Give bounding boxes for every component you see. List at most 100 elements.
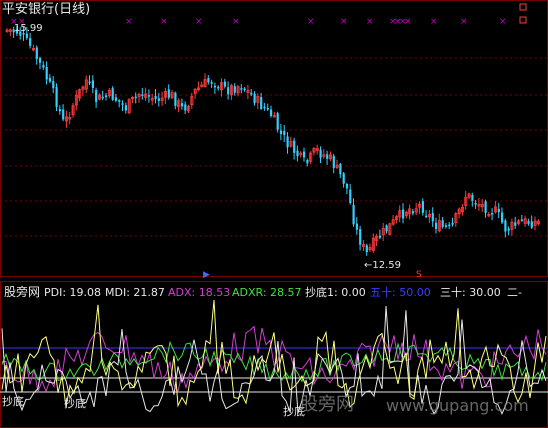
legend-adx: ADX: 18.53 [168,286,231,299]
panel-button-icon [519,16,527,24]
candle-body [29,38,32,46]
candle-body [345,183,349,189]
candle-body [303,151,306,158]
candle-body [332,156,335,168]
signal-marker: × [195,17,203,27]
candle-body [411,211,415,214]
candle-body [283,131,286,136]
candle-body [378,235,382,238]
signal-marker: × [232,17,240,27]
candle-body [530,221,533,228]
candle-body [270,109,273,117]
indicator-name[interactable]: 股旁网 [4,286,40,298]
candle-body [444,225,448,227]
candle-body [58,109,61,112]
candle-body [243,88,246,91]
watermark-url: www.gupang.com [386,396,529,415]
candle-body [520,219,523,221]
candle-body [260,97,263,109]
arrow-marker-icon: ▶ [203,270,210,280]
candle-body [474,203,477,205]
chaodi-signal-label: 抄底 [2,395,24,408]
legend-chaodi1: 抄底1: 0.00 [305,286,366,299]
legend-mdi: MDI: 21.87 [105,286,165,299]
panel-button-icon [519,3,527,11]
signal-marker: × [160,17,168,27]
candle-body [48,77,52,82]
candle-body [105,95,108,98]
candle-body [296,150,299,157]
candle-body [157,98,160,101]
candle-body [319,149,322,158]
candle-body [121,103,124,105]
candle-body [266,108,269,110]
candle-body [147,95,151,97]
candle-body [431,213,434,222]
candle-body [263,106,266,109]
candle-body [25,33,28,38]
candle-body [306,160,309,164]
candle-body [352,204,355,225]
signal-marker: × [499,17,507,27]
candle-body [491,213,494,215]
candle-body [118,100,121,102]
candle-body [52,81,55,89]
candle-body [276,113,279,130]
candle-body [35,47,38,60]
candle-body [425,215,428,218]
candle-body [240,88,243,90]
candle-body [402,209,405,219]
stock-chart-window: × × × × × × × × × × × × × × × × ▶ S 平安银行(日线) 15.99 ←12.59… [0,0,548,428]
candle-body [101,96,104,99]
signal-marker: × [366,17,374,27]
candle-body [45,66,48,80]
legend-thirty: 三十: 30.00 [440,286,501,299]
candle-body [451,222,454,225]
candle-body [167,89,170,98]
candle-body [88,81,91,84]
high-price-label: 15.99 [14,23,43,34]
candle-body [42,65,45,68]
candle-body [210,82,213,84]
chart-title: 平安银行(日线) [2,2,91,17]
candle-body [55,87,58,108]
candle-body [223,81,226,87]
candle-body [124,105,127,111]
candle-body [527,220,530,224]
candle-body [217,86,220,89]
candle-body [326,154,329,159]
candle-body [233,86,236,93]
candle-body [180,103,184,107]
candle-body [114,97,118,101]
signal-marker: × [404,17,412,27]
signal-marker: × [460,17,468,27]
signal-marker: × [340,17,348,27]
candle-body [39,58,42,63]
candle-body [184,104,187,111]
candle-body [91,80,94,88]
candle-body [359,229,362,245]
candle-body [385,225,388,232]
candle-body [339,163,342,175]
candle-body [95,90,98,102]
signal-s-icon: S [416,270,422,280]
candle-body [497,208,500,213]
low-price-label: ←12.59 [364,260,402,271]
candle-body [448,224,451,227]
candle-body [62,109,65,120]
candle-body [227,87,230,95]
candle-body [365,245,368,253]
candle-body [435,222,438,230]
candle-body [507,228,510,231]
candle-body [279,130,283,134]
chart-canvas[interactable]: × × × × × × × × × ×××× × × ×▶ S [0,0,548,428]
candle-body [504,220,507,232]
signal-marker: × [307,17,315,27]
chaodi-signal-label: 抄底 [64,397,86,410]
candle-body [213,85,217,88]
legend-two: 二- [507,286,522,299]
candle-body [501,212,504,223]
candle-body [253,93,256,104]
signal-marker: × [125,17,133,27]
candle-body [514,222,517,226]
